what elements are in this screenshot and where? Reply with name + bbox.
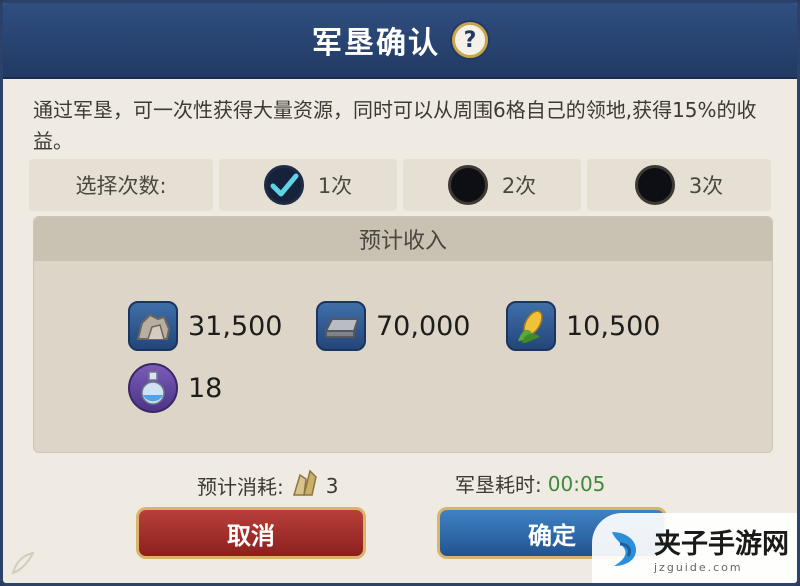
corn-icon <box>506 301 556 351</box>
option-label: 2次 <box>501 174 537 198</box>
resource-food: 10,500 <box>506 301 660 351</box>
check-icon[interactable] <box>263 165 304 205</box>
estimated-cost: 预计消耗: 3 <box>197 469 338 502</box>
dialog-title: 军垦确认 <box>312 26 440 61</box>
help-icon[interactable]: ? <box>452 22 488 58</box>
time-value: 00:05 <box>547 471 606 496</box>
stamina-icon <box>290 469 320 502</box>
income-panel: 预计收入 31,500 70,000 10,500 18 <box>33 216 773 453</box>
resource-stone: 31,500 <box>128 301 282 351</box>
description-text: 通过军垦，可一次性获得大量资源，同时可以从周围6格自己的领地,获得15%的收益。 <box>33 98 757 153</box>
option-1-times[interactable]: 1次 <box>219 159 397 211</box>
resource-value: 18 <box>188 372 223 404</box>
watermark-text: 夹子手游网 <box>654 529 789 560</box>
iron-ingot-icon <box>316 301 366 351</box>
option-label: 1次 <box>317 174 353 198</box>
leaf-ornament-icon <box>11 551 35 575</box>
radio-icon[interactable] <box>634 165 675 205</box>
confirm-dialog: 军垦确认 ? 通过军垦，可一次性获得大量资源，同时可以从周围6格自己的领地,获得… <box>0 0 800 586</box>
resource-iron: 70,000 <box>316 301 470 351</box>
watermark-url: jzguide.com <box>654 561 743 574</box>
cost-label: 预计消耗: <box>197 475 284 499</box>
watermark: 夹子手游网 jzguide.com <box>592 513 797 583</box>
count-label: 选择次数: <box>29 159 213 211</box>
watermark-logo-icon <box>612 532 636 566</box>
count-selector: 选择次数: 1次 2次 3次 <box>29 159 771 211</box>
potion-icon <box>128 363 178 413</box>
radio-icon[interactable] <box>447 165 488 205</box>
title-bar: 军垦确认 ? <box>3 3 797 79</box>
resource-value: 70,000 <box>376 310 471 342</box>
stone-icon <box>128 301 178 351</box>
option-2-times[interactable]: 2次 <box>403 159 581 211</box>
option-3-times[interactable]: 3次 <box>587 159 771 211</box>
resource-value: 10,500 <box>566 310 661 342</box>
time-cost: 军垦耗时: 00:05 <box>455 469 605 498</box>
option-label: 3次 <box>688 174 724 198</box>
cancel-button[interactable]: 取消 <box>136 507 366 559</box>
time-label: 军垦耗时: <box>455 473 542 497</box>
cost-value: 3 <box>325 473 339 498</box>
resource-potion: 18 <box>128 363 222 413</box>
income-title: 预计收入 <box>34 217 772 261</box>
resource-value: 31,500 <box>188 310 283 342</box>
